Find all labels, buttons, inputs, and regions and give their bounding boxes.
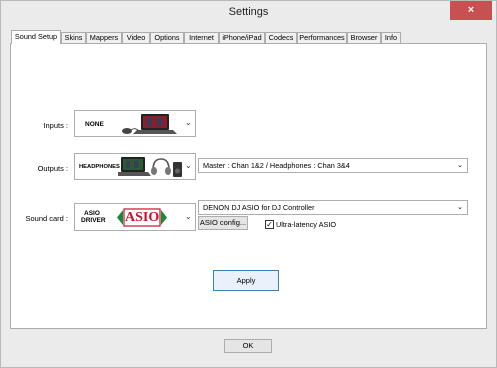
- sound-card-device-text-line1: ASIO: [84, 210, 100, 217]
- sound-card-device-text-line2: DRIVER: [81, 217, 106, 224]
- inputs-device-selector[interactable]: NONE ⌄: [74, 110, 196, 137]
- inputs-label: Inputs :: [43, 121, 68, 130]
- tab-codecs[interactable]: Codecs: [265, 32, 297, 43]
- settings-window: Settings × Sound Setup Skins Mappers Vid…: [0, 0, 497, 368]
- apply-button[interactable]: Apply: [213, 270, 279, 291]
- sound-card-label: Sound card :: [25, 214, 68, 223]
- tab-browser[interactable]: Browser: [347, 32, 381, 43]
- sound-card-value: DENON DJ ASIO for DJ Controller: [203, 203, 315, 212]
- chevron-down-icon: ⌄: [185, 212, 192, 221]
- outputs-label: Outputs :: [37, 164, 68, 173]
- ultra-latency-label: Ultra-latency ASIO: [276, 220, 337, 229]
- outputs-routing-value: Master : Chan 1&2 / Headphones : Chan 3&…: [203, 161, 350, 170]
- chevron-down-icon: ⌄: [185, 161, 192, 170]
- asio-config-button[interactable]: ASIO config...: [198, 216, 248, 230]
- sound-card-device-selector[interactable]: ASIO DRIVER ASIO ⌄: [74, 203, 196, 231]
- outputs-device-selector[interactable]: HEADPHONES ⌄: [74, 153, 196, 180]
- tab-mappers[interactable]: Mappers: [86, 32, 122, 43]
- chevron-down-icon: ⌄: [457, 162, 463, 169]
- close-button[interactable]: ×: [450, 1, 492, 20]
- laptop-headphones-speaker-icon: [118, 157, 182, 177]
- tab-options[interactable]: Options: [150, 32, 184, 43]
- title-bar: Settings ×: [1, 1, 496, 25]
- asio-logo-text: ASIO: [125, 210, 160, 225]
- inputs-device-text: NONE: [85, 121, 104, 128]
- tab-internet[interactable]: Internet: [184, 32, 219, 43]
- chevron-down-icon: ⌄: [185, 118, 192, 127]
- tab-performances[interactable]: Performances: [297, 32, 347, 43]
- sound-setup-panel: Inputs : NONE ⌄ Outputs : HEADPHONES ⌄ M…: [10, 43, 487, 329]
- tab-iphone-ipad[interactable]: iPhone/iPad: [219, 32, 265, 43]
- tab-video[interactable]: Video: [122, 32, 150, 43]
- outputs-routing-select[interactable]: Master : Chan 1&2 / Headphones : Chan 3&…: [198, 158, 468, 173]
- tab-skins[interactable]: Skins: [61, 32, 86, 43]
- window-title: Settings: [228, 6, 269, 18]
- sound-card-select[interactable]: DENON DJ ASIO for DJ Controller ⌄: [198, 200, 468, 215]
- ok-button[interactable]: OK: [224, 339, 272, 353]
- asio-logo: ASIO: [117, 207, 167, 228]
- tab-info[interactable]: Info: [381, 32, 401, 43]
- laptop-mouse-icon: [122, 114, 177, 134]
- ultra-latency-checkbox[interactable]: ✓: [265, 220, 274, 229]
- chevron-down-icon: ⌄: [457, 204, 463, 211]
- outputs-device-text: HEADPHONES: [79, 164, 120, 170]
- tab-sound-setup[interactable]: Sound Setup: [11, 30, 61, 44]
